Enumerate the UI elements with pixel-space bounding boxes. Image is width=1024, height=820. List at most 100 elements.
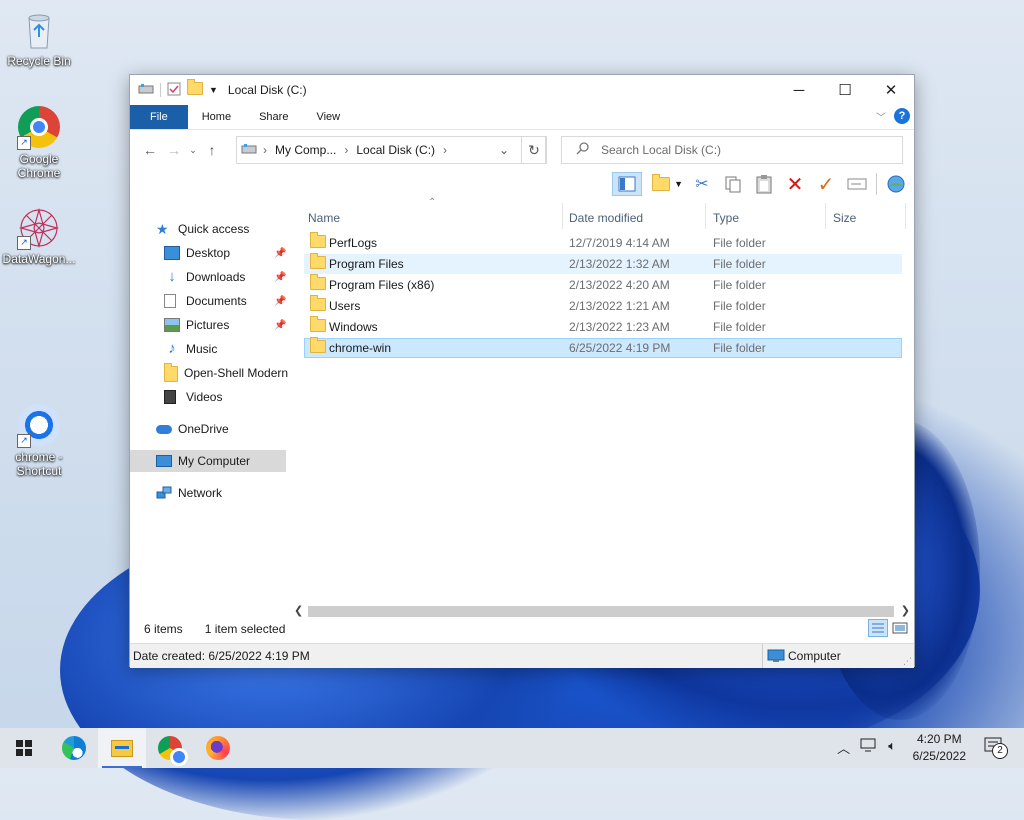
tab-view[interactable]: View: [302, 105, 354, 129]
column-header-type[interactable]: Type: [713, 207, 823, 229]
table-row-selected[interactable]: chrome-win 6/25/2022 4:19 PM File folder: [304, 337, 902, 358]
close-button[interactable]: ✕: [868, 75, 914, 105]
title-bar[interactable]: ▼ Local Disk (C:) ─ ☐ ✕: [130, 75, 914, 105]
maximize-button[interactable]: ☐: [822, 75, 868, 105]
file-name: PerfLogs: [329, 236, 378, 250]
edge-icon: [62, 736, 86, 760]
notification-center-icon[interactable]: 2: [984, 737, 1008, 759]
address-dropdown-icon[interactable]: ⌄: [499, 143, 509, 157]
up-button[interactable]: ↑: [200, 142, 224, 158]
expand-ribbon-icon[interactable]: ﹀: [876, 109, 886, 124]
tab-share[interactable]: Share: [245, 105, 302, 129]
scrollbar-thumb[interactable]: [308, 606, 894, 617]
properties-check-icon[interactable]: ✓: [814, 172, 838, 196]
help-icon[interactable]: ?: [894, 108, 910, 124]
new-folder-icon[interactable]: [187, 79, 203, 98]
classic-toolbar: ▼ ✂ ✕ ✓: [130, 170, 914, 202]
sidebar-item-documents[interactable]: Documents 📌: [164, 290, 294, 312]
address-bar[interactable]: › My Comp... › Local Disk (C:) › ⌄: [236, 136, 546, 164]
sidebar-item-onedrive[interactable]: OneDrive: [156, 418, 229, 440]
folder-icon: [310, 316, 326, 335]
column-header-date-modified[interactable]: Date modified: [569, 207, 699, 229]
copy-icon[interactable]: [721, 172, 745, 196]
table-row[interactable]: Windows 2/13/2022 1:23 AM File folder: [304, 316, 902, 337]
file-date: 2/13/2022 1:32 AM: [569, 257, 670, 271]
horizontal-scrollbar[interactable]: ❮ ❯: [294, 604, 912, 618]
shortcut-arrow-icon: ↗: [17, 434, 31, 448]
back-button[interactable]: ←: [138, 142, 162, 158]
pin-icon[interactable]: 📌: [274, 272, 286, 283]
desktop-icon-datawagon[interactable]: ↗ DataWagon...: [0, 206, 78, 266]
sidebar-item-open-shell[interactable]: Open-Shell Modern: [164, 362, 288, 384]
forward-button[interactable]: →: [162, 142, 186, 158]
file-explorer-icon: [111, 739, 133, 757]
taskbar-firefox[interactable]: [194, 728, 242, 768]
breadcrumb-local-disk[interactable]: Local Disk (C:): [356, 143, 435, 157]
table-row[interactable]: PerfLogs 12/7/2019 4:14 AM File folder: [304, 232, 902, 253]
show-hidden-icons-icon[interactable]: ︿: [837, 738, 850, 757]
sidebar-item-videos[interactable]: Videos: [164, 386, 222, 408]
file-type: File folder: [713, 236, 766, 250]
desktop-icon-recycle-bin[interactable]: Recycle Bin: [0, 8, 78, 68]
tab-home[interactable]: Home: [188, 105, 245, 129]
taskbar-edge[interactable]: [50, 728, 98, 768]
file-date: 6/25/2022 4:19 PM: [569, 341, 671, 355]
taskbar-file-explorer[interactable]: [98, 728, 146, 768]
table-row[interactable]: Program Files 2/13/2022 1:32 AM File fol…: [304, 253, 902, 274]
chevron-down-icon[interactable]: ▼: [209, 85, 218, 95]
scroll-left-icon[interactable]: ❮: [294, 604, 303, 617]
clock[interactable]: 4:20 PM 6/25/2022: [913, 731, 966, 765]
chevron-down-icon[interactable]: ▼: [674, 179, 683, 189]
content-area: ★ Quick access Desktop 📌 ↓ Downloads 📌 D…: [130, 197, 914, 618]
scroll-right-icon[interactable]: ❯: [901, 604, 910, 617]
download-arrow-icon: ↓: [168, 268, 176, 285]
sidebar-item-desktop[interactable]: Desktop 📌: [164, 242, 294, 264]
minimize-button[interactable]: ─: [776, 75, 822, 105]
rename-icon[interactable]: [845, 172, 869, 196]
desktop-icon-chrome-shortcut[interactable]: ↗ chrome - Shortcut: [0, 404, 78, 478]
breadcrumb-my-computer[interactable]: My Comp...: [275, 143, 336, 157]
file-list: ⌃ Name Date modified Type Size PerfLogs …: [300, 197, 912, 616]
file-name: Users: [329, 299, 361, 313]
navigation-pane-icon[interactable]: [612, 172, 643, 196]
properties-icon[interactable]: [167, 82, 181, 99]
pin-icon[interactable]: 📌: [274, 248, 286, 259]
sidebar-item-network[interactable]: Network: [156, 482, 222, 504]
refresh-button[interactable]: ↻: [521, 136, 547, 164]
drive-icon: [241, 143, 257, 158]
cut-icon[interactable]: ✂: [690, 172, 714, 196]
large-icons-view-icon[interactable]: [892, 621, 908, 638]
sidebar-item-music[interactable]: ♪ Music: [164, 338, 217, 360]
table-row[interactable]: Users 2/13/2022 1:21 AM File folder: [304, 295, 902, 316]
start-button[interactable]: [0, 728, 48, 768]
shortcut-arrow-icon: ↗: [17, 136, 31, 150]
sidebar-item-my-computer[interactable]: My Computer: [130, 450, 286, 472]
sidebar-item-downloads[interactable]: ↓ Downloads 📌: [164, 266, 294, 288]
breadcrumb-separator-icon: ›: [443, 143, 448, 157]
column-header-name[interactable]: Name: [308, 207, 558, 229]
tab-file[interactable]: File: [130, 105, 188, 129]
details-view-icon[interactable]: [868, 619, 888, 637]
paste-icon[interactable]: [752, 172, 776, 196]
table-row[interactable]: Program Files (x86) 2/13/2022 4:20 AM Fi…: [304, 274, 902, 295]
window-title: Local Disk (C:): [227, 83, 307, 97]
recent-locations-button[interactable]: ⌄: [186, 145, 200, 156]
folder-icon: [310, 337, 326, 356]
pin-icon[interactable]: 📌: [274, 296, 286, 307]
sidebar-item-quick-access[interactable]: ★ Quick access: [156, 218, 249, 240]
taskbar-chrome[interactable]: [146, 728, 194, 768]
network-icon[interactable]: [860, 738, 878, 757]
new-folder-icon[interactable]: [649, 172, 673, 196]
sidebar-item-pictures[interactable]: Pictures 📌: [164, 314, 294, 336]
delete-icon[interactable]: ✕: [783, 172, 807, 196]
desktop-icon-google-chrome[interactable]: ↗ Google Chrome: [0, 106, 78, 180]
column-header-size[interactable]: Size: [833, 207, 893, 229]
search-input[interactable]: Search Local Disk (C:): [561, 136, 903, 164]
pin-icon[interactable]: 📌: [274, 320, 286, 331]
volume-icon[interactable]: 🔈︎: [888, 738, 896, 757]
file-date: 2/13/2022 1:23 AM: [569, 320, 670, 334]
file-type: File folder: [713, 341, 766, 355]
internet-icon[interactable]: [884, 172, 908, 196]
file-date: 2/13/2022 1:21 AM: [569, 299, 670, 313]
resize-grip-icon[interactable]: ⋰: [903, 656, 912, 667]
